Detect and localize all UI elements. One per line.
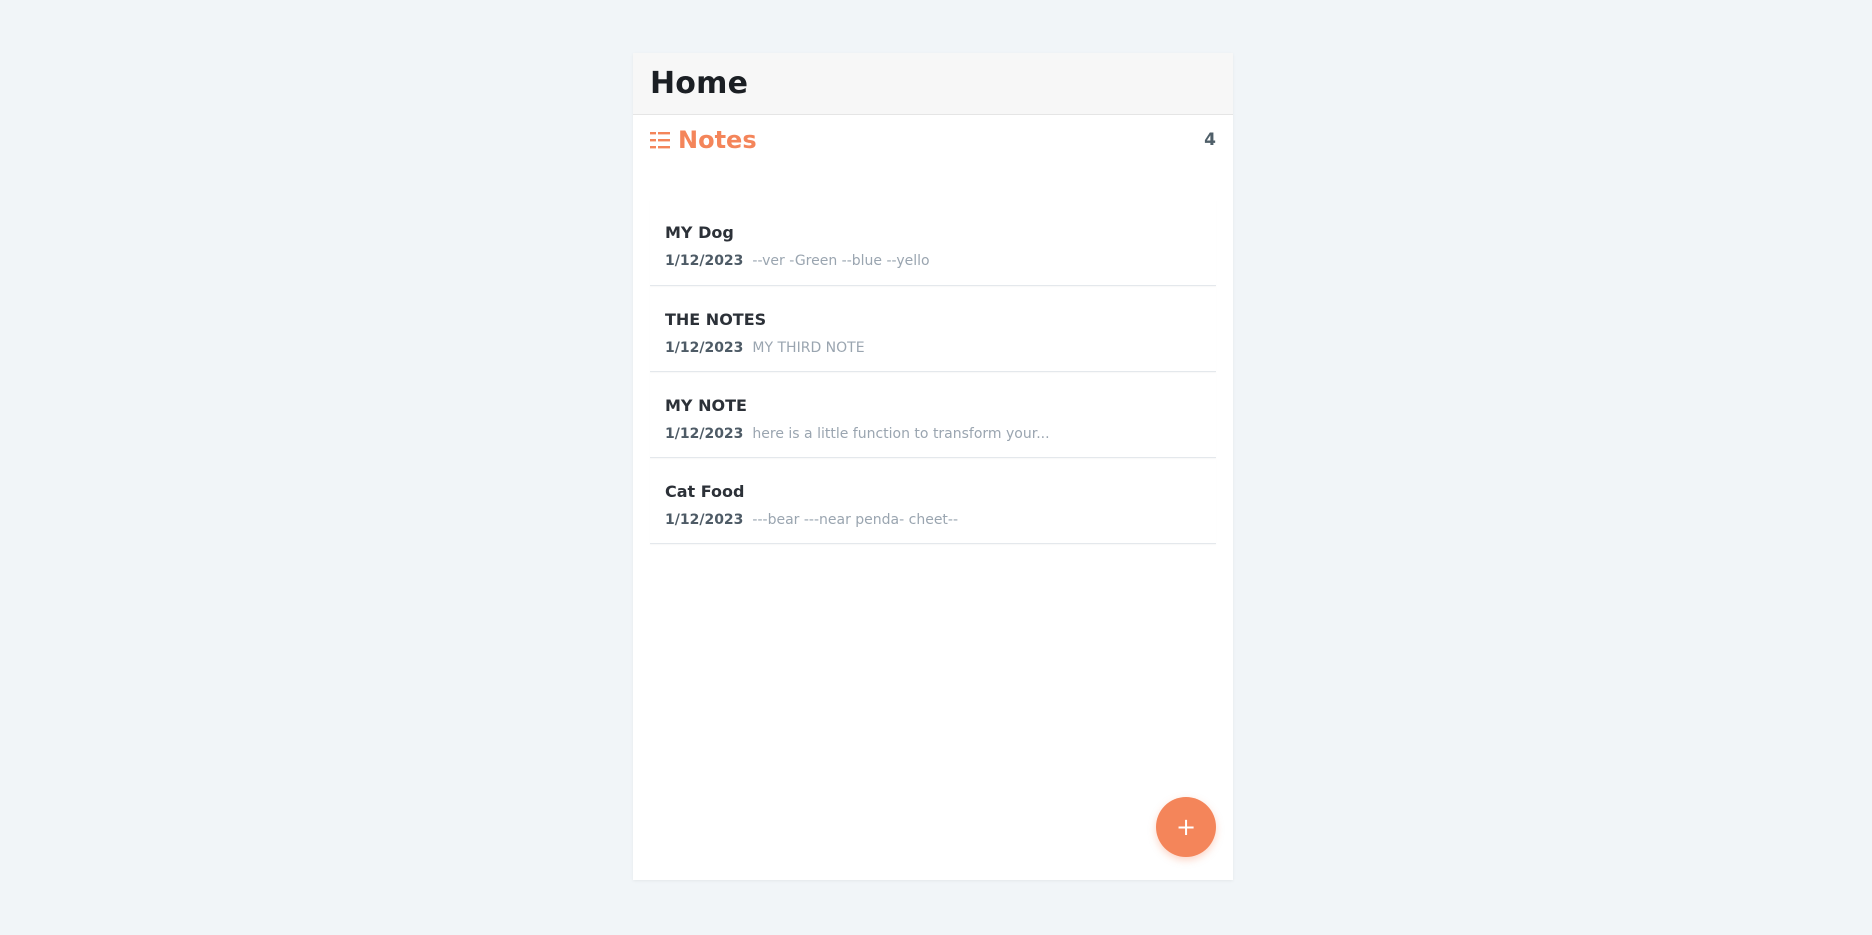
note-title: THE NOTES [665,310,767,329]
note-title: MY NOTE [665,396,747,415]
note-preview: here is a little function to transform y… [752,426,1050,442]
note-preview: MY THIRD NOTE [752,340,865,356]
note-date: 1/12/2023 [665,426,744,442]
note-meta: 1/12/2023 MY THIRD NOTE [665,339,1216,357]
note-date: 1/12/2023 [665,512,744,528]
note-meta: 1/12/2023 --ver -Green --blue --yello [665,252,1216,270]
notes-count: 4 [1204,130,1216,150]
note-item[interactable]: MY NOTE 1/12/2023 here is a little functi… [650,372,1216,458]
add-note-button[interactable]: + [1156,797,1216,857]
note-meta: 1/12/2023 ---bear ---near penda- cheet-- [665,511,1216,529]
header: Home [633,53,1233,115]
note-title: MY Dog [665,223,734,242]
section-title: Notes [678,126,757,154]
page-title: Home [650,66,749,101]
notes-section-header: Notes 4 [650,123,1216,157]
note-item[interactable]: THE NOTES 1/12/2023 MY THIRD NOTE [650,286,1216,372]
note-date: 1/12/2023 [665,253,744,269]
note-meta: 1/12/2023 here is a little function to tr… [665,425,1216,443]
plus-icon: + [1175,813,1197,841]
list-icon [650,132,670,149]
note-date: 1/12/2023 [665,340,744,356]
notes-list: MY Dog 1/12/2023 --ver -Green --blue --ye… [650,220,1216,544]
note-preview: --ver -Green --blue --yello [752,253,930,269]
app-container: Home Notes 4 MY Dog 1/12/2023 --ver -Gree… [633,53,1233,880]
note-item[interactable]: MY Dog 1/12/2023 --ver -Green --blue --ye… [650,200,1216,286]
note-title: Cat Food [665,482,745,501]
note-preview: ---bear ---near penda- cheet-- [752,512,959,528]
note-item[interactable]: Cat Food 1/12/2023 ---bear ---near penda-… [650,458,1216,544]
